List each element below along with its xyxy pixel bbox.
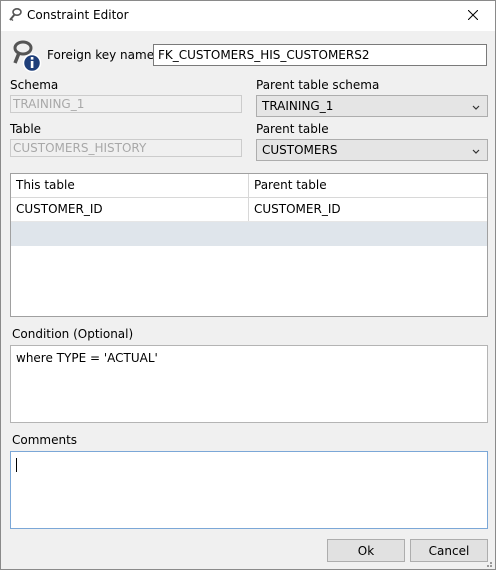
this-table-cell[interactable]: CUSTOMER_ID [11,198,248,222]
resize-grip-icon[interactable] [483,557,493,567]
chevron-down-icon [471,146,481,156]
close-icon [467,9,479,23]
key-icon [7,7,23,23]
fk-name-label: Foreign key name [47,48,155,62]
parent-table-schema-select[interactable]: TRAINING_1 [256,95,488,117]
column-header-this-table[interactable]: This table [11,174,248,198]
table-label: Table [10,122,42,136]
chevron-down-icon [471,102,481,112]
parent-table-label: Parent table [256,122,329,136]
comments-textarea[interactable] [10,451,488,529]
title-bar: Constraint Editor [1,1,495,31]
schema-label: Schema [10,78,59,92]
parent-table-schema-value: TRAINING_1 [262,99,334,113]
table-row[interactable]: CUSTOMER_ID CUSTOMER_ID [11,198,487,222]
condition-textarea[interactable]: where TYPE = 'ACTUAL' [10,345,488,423]
close-button[interactable] [451,1,495,31]
constraint-editor-window: Constraint Editor Foreign key name FK_CU… [0,0,496,570]
window-title: Constraint Editor [27,8,129,22]
parent-table-schema-label: Parent table schema [256,78,380,92]
parent-table-cell[interactable]: CUSTOMER_ID [249,198,487,222]
parent-table-value: CUSTOMERS [262,143,338,157]
ok-button[interactable]: Ok [327,539,405,562]
foreign-key-info-icon [9,39,43,73]
column-header-parent-table[interactable]: Parent table [249,174,487,198]
parent-table-select[interactable]: CUSTOMERS [256,139,488,161]
comments-label: Comments [12,433,78,447]
cancel-button[interactable]: Cancel [410,539,488,562]
column-mapping-grid[interactable]: This table Parent table CUSTOMER_ID CUST… [10,173,488,317]
text-caret [16,458,17,472]
table-row-new[interactable] [11,222,487,246]
grid-header: This table Parent table [11,174,487,198]
parent-table-cell[interactable] [249,222,487,246]
fk-name-input[interactable]: FK_CUSTOMERS_HIS_CUSTOMERS2 [153,44,487,66]
schema-field: TRAINING_1 [10,95,242,113]
table-field: CUSTOMERS_HISTORY [10,139,242,157]
this-table-cell[interactable] [11,222,248,246]
condition-label: Condition (Optional) [12,327,134,341]
